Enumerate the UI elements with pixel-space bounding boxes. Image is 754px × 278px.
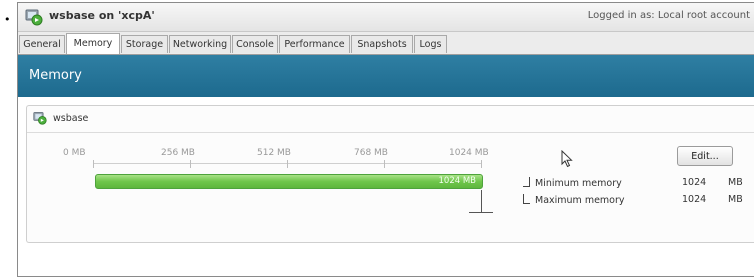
tab-console[interactable]: Console	[232, 35, 278, 53]
tab-general[interactable]: General	[19, 35, 65, 53]
scale-label: 256 MB	[161, 148, 195, 158]
legend-minimum-memory: Minimum memory	[523, 177, 622, 189]
maximum-memory-marker-icon	[523, 194, 530, 204]
section-title: Memory	[29, 68, 82, 83]
scale-label: 1024 MB	[449, 148, 489, 158]
maximum-memory-value: 1024	[682, 194, 707, 205]
tab-memory[interactable]: Memory	[66, 33, 120, 54]
vm-icon	[33, 112, 47, 125]
panel-vm-name: wsbase	[53, 113, 89, 124]
minimum-memory-unit: MB	[728, 177, 743, 188]
minimum-memory-marker-icon	[523, 177, 530, 187]
scale-tick	[481, 160, 482, 168]
section-banner: Memory	[18, 55, 754, 97]
memory-panel: wsbase 0 MB 256 MB 512 MB 768 MB 1024 MB…	[26, 105, 754, 243]
scale-label: 512 MB	[257, 148, 291, 158]
memory-content: wsbase 0 MB 256 MB 512 MB 768 MB 1024 MB…	[18, 97, 754, 276]
vm-icon	[25, 9, 43, 26]
scale-tick	[190, 160, 191, 168]
panel-header: wsbase	[27, 106, 754, 133]
memory-bar-value: 1024 MB	[438, 176, 477, 186]
scale-label: 768 MB	[354, 148, 388, 158]
legend-label: Maximum memory	[535, 195, 625, 206]
memory-bar: 1024 MB	[95, 174, 483, 189]
minimum-memory-value: 1024	[682, 177, 707, 188]
tab-networking[interactable]: Networking	[169, 35, 231, 53]
window-title: wsbase on 'xcpA'	[49, 9, 155, 22]
scale-tick	[287, 160, 288, 168]
scale-label: 0 MB	[63, 148, 86, 158]
edit-button[interactable]: Edit...	[677, 146, 733, 166]
legend-label: Minimum memory	[535, 178, 622, 189]
scale-tick	[384, 160, 385, 168]
min-max-memory-handle[interactable]	[481, 190, 482, 212]
vm-properties-window: wsbase on 'xcpA' Logged in as: Local roo…	[17, 2, 754, 277]
list-bullet: •	[4, 13, 11, 26]
title-bar: wsbase on 'xcpA' Logged in as: Local roo…	[18, 3, 754, 32]
tab-bar: General Memory Storage Networking Consol…	[18, 32, 754, 55]
memory-handle-base	[469, 212, 493, 213]
legend-maximum-memory: Maximum memory	[523, 194, 625, 206]
tab-snapshots[interactable]: Snapshots	[351, 35, 413, 53]
login-info: Logged in as: Local root account	[587, 10, 750, 21]
maximum-memory-unit: MB	[728, 194, 743, 205]
tab-performance[interactable]: Performance	[279, 35, 350, 53]
mouse-cursor-icon	[561, 150, 573, 168]
tab-logs[interactable]: Logs	[414, 35, 447, 53]
scale-tick	[93, 160, 94, 168]
tab-storage[interactable]: Storage	[121, 35, 168, 53]
